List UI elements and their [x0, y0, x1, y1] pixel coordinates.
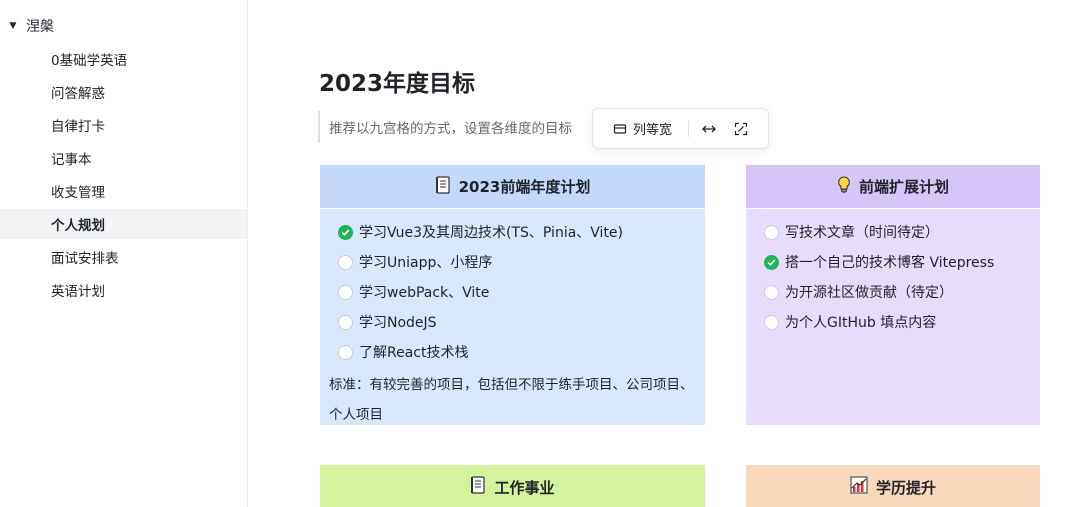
overflow-fade	[1040, 150, 1065, 507]
checkbox-unchecked[interactable]	[338, 314, 353, 330]
todo-label: 为个人GItHub 填点内容	[785, 315, 937, 331]
fullscreen-icon[interactable]	[733, 121, 749, 137]
todo-label: 了解React技术栈	[359, 345, 469, 361]
page-title[interactable]: 2023年度目标	[319, 64, 475, 98]
checkbox-unchecked[interactable]	[764, 314, 779, 330]
tree-node-niepan[interactable]: ▼ 涅槃	[0, 11, 247, 41]
checkbox-checked[interactable]	[764, 254, 779, 270]
card-header[interactable]: 前端扩展计划	[746, 165, 1040, 209]
notebook-icon	[470, 476, 486, 498]
checkbox-unchecked[interactable]	[764, 224, 779, 240]
card-title: 工作事业	[494, 478, 555, 497]
todo-label: 写技术文章（时间待定）	[785, 225, 939, 241]
sidebar-item[interactable]: 0基础学英语	[0, 44, 247, 74]
chart-up-icon	[850, 476, 868, 498]
checkbox-checked[interactable]	[338, 224, 353, 240]
todo-label: 搭一个自己的技术博客 Vitepress	[785, 255, 995, 271]
todo-label: 学习Vue3及其周边技术(TS、Pinia、Vite)	[359, 225, 624, 241]
caret-down-icon[interactable]: ▼	[0, 21, 26, 31]
grid-card-education: 学历提升	[746, 465, 1040, 507]
sidebar-item[interactable]: 收支管理	[0, 176, 247, 206]
todo-item: 写技术文章（时间待定）	[764, 217, 1031, 247]
lightbulb-icon	[837, 175, 851, 198]
sidebar-item[interactable]: 自律打卡	[0, 110, 247, 140]
todo-item: 学习Vue3及其周边技术(TS、Pinia、Vite)	[338, 217, 696, 247]
tree-node-label: 涅槃	[26, 19, 54, 35]
notebook-icon	[435, 175, 451, 198]
todo-label: 学习webPack、Vite	[359, 285, 490, 301]
sidebar-item-label: 英语计划	[51, 284, 105, 300]
checkbox-unchecked[interactable]	[338, 284, 353, 300]
card-note[interactable]: 标准：有较完善的项目，包括但不限于练手项目、公司项目、个人项目	[329, 370, 696, 425]
sidebar-item[interactable]: 问答解惑	[0, 77, 247, 107]
toolbar-divider	[688, 120, 690, 137]
todo-item: 学习NodeJS	[338, 307, 696, 337]
grid-card-extension-plan: 前端扩展计划 写技术文章（时间待定） 搭一个自己的技术博客 Vitepress …	[746, 165, 1040, 425]
horizontal-resize-icon[interactable]	[701, 121, 717, 137]
checkbox-unchecked[interactable]	[338, 254, 353, 270]
card-header[interactable]: 2023前端年度计划	[320, 165, 705, 209]
sidebar-item-label: 自律打卡	[51, 119, 105, 135]
sidebar: ▼ 涅槃 0基础学英语 问答解惑 自律打卡 记事本 收支管理 个人规划 面试安排…	[0, 0, 248, 507]
todo-item: 了解React技术栈	[338, 337, 696, 367]
column-width-icon	[612, 121, 628, 137]
todo-item: 为个人GItHub 填点内容	[764, 307, 1031, 337]
sidebar-item-label: 面试安排表	[51, 251, 119, 267]
sidebar-item[interactable]: 记事本	[0, 143, 247, 173]
grid-card-career: 工作事业	[320, 465, 705, 507]
equal-width-button[interactable]: 列等宽	[612, 119, 672, 138]
card-title: 前端扩展计划	[858, 178, 949, 196]
equal-width-label: 列等宽	[633, 123, 673, 138]
todo-label: 学习Uniapp、小程序	[359, 255, 493, 271]
checkbox-unchecked[interactable]	[338, 344, 353, 360]
sidebar-item-label: 问答解惑	[51, 86, 105, 102]
card-title: 2023前端年度计划	[458, 178, 591, 196]
todo-label: 为开源社区做贡献（待定）	[785, 285, 953, 301]
document-area: 2023年度目标 推荐以九宫格的方式，设置各维度的目标 列等宽 2023前端年度…	[248, 0, 1065, 507]
quote-block[interactable]: 推荐以九宫格的方式，设置各维度的目标	[318, 111, 608, 143]
card-header[interactable]: 工作事业	[320, 465, 705, 507]
card-title: 学历提升	[875, 478, 936, 497]
todo-item: 学习Uniapp、小程序	[338, 247, 696, 277]
sidebar-item[interactable]: 英语计划	[0, 275, 247, 305]
sidebar-item-label: 个人规划	[51, 218, 105, 234]
todo-item: 搭一个自己的技术博客 Vitepress	[764, 247, 1031, 277]
todo-item: 为开源社区做贡献（待定）	[764, 277, 1031, 307]
sidebar-item-label: 0基础学英语	[51, 53, 128, 69]
sidebar-item-label: 收支管理	[51, 185, 105, 201]
todo-label: 学习NodeJS	[359, 315, 437, 331]
grid-card-frontend-plan: 2023前端年度计划 学习Vue3及其周边技术(TS、Pinia、Vite) 学…	[320, 165, 705, 425]
sidebar-item-active[interactable]: 个人规划	[0, 209, 247, 239]
sidebar-item[interactable]: 面试安排表	[0, 242, 247, 272]
todo-item: 学习webPack、Vite	[338, 277, 696, 307]
sidebar-item-label: 记事本	[51, 152, 92, 168]
card-header[interactable]: 学历提升	[746, 465, 1040, 507]
checkbox-unchecked[interactable]	[764, 284, 779, 300]
column-toolbar: 列等宽	[592, 108, 769, 149]
